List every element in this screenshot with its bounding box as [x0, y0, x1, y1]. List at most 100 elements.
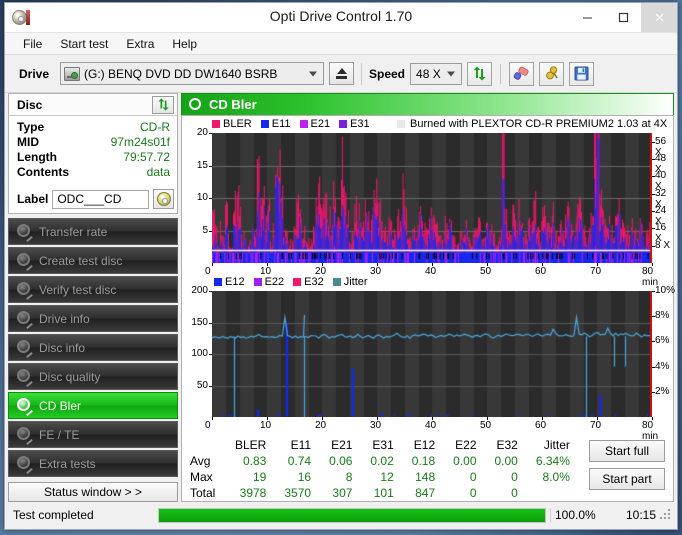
sidebar-item-drive-info[interactable]: Drive info: [8, 305, 178, 332]
x-tick: [652, 417, 653, 420]
start-part-button[interactable]: Start part: [589, 468, 665, 490]
progress-fill: [159, 508, 545, 522]
window-controls: [569, 2, 677, 33]
y-tick-label: 20: [196, 127, 208, 138]
menu-item-extra[interactable]: Extra: [117, 35, 163, 53]
x-tick: [322, 263, 323, 266]
disc-icon: [17, 253, 33, 272]
disc-row-value: 79:57.72: [123, 150, 170, 164]
save-button[interactable]: [569, 61, 595, 86]
resize-grip[interactable]: [660, 509, 672, 521]
sidebar-item-label: Disc info: [39, 340, 86, 355]
refresh-icon: [157, 98, 169, 111]
x-tick: [212, 263, 213, 266]
x-tick: [267, 263, 268, 266]
x-tick: [487, 263, 488, 266]
drive-select[interactable]: (G:) BENQ DVD DD DW1640 BSRB: [60, 62, 324, 85]
legend-item-e32: E32: [293, 276, 324, 288]
close-button[interactable]: [641, 2, 677, 32]
disc-refresh-button[interactable]: [152, 95, 174, 114]
panel-title-text: CD Bler: [209, 97, 257, 112]
minimize-button[interactable]: [569, 2, 605, 32]
cell-total-e11: 3570: [284, 486, 312, 500]
menu-item-file[interactable]: File: [14, 35, 51, 53]
disc-label-key: Label: [17, 192, 49, 206]
tools-icon: [545, 66, 558, 80]
cell-max-bler: 19: [253, 470, 267, 484]
sidebar-item-label: Verify test disc: [39, 282, 117, 297]
cell-total-jitter: [527, 485, 579, 501]
burn-swatch: [397, 120, 405, 128]
cell-avg-jitter: 6.34%: [535, 454, 570, 468]
sidebar-item-disc-quality[interactable]: Disc quality: [8, 363, 178, 390]
disc-row-value: data: [146, 165, 170, 179]
panel-header: CD Bler: [181, 93, 674, 115]
x-tick: [377, 263, 378, 266]
legend-item-e11: E11: [260, 118, 291, 130]
sidebar-item-label: CD Bler: [39, 398, 82, 413]
drive-label: Drive: [19, 66, 50, 81]
disc-label-input[interactable]: ODC___CD: [52, 189, 149, 209]
legend-item-e21: E21: [299, 118, 330, 130]
legend-label: E12: [225, 276, 245, 288]
y2-tick: [652, 141, 655, 143]
row-label-total: Total: [190, 486, 216, 500]
main-content: Disc Type CD-R MID 97m24s01f Length 79:5…: [5, 93, 677, 502]
disc-icon: [17, 456, 33, 475]
cell-total-e32: 0: [511, 486, 518, 500]
toolbar-divider: [361, 62, 362, 85]
legend-swatch: [293, 278, 302, 286]
sidebar-item-fe-te[interactable]: FE / TE: [8, 421, 178, 448]
tools-button[interactable]: [539, 61, 565, 86]
drive-select-value: (G:) BENQ DVD DD DW1640 BSRB: [84, 66, 278, 81]
menu-bar: File Start test Extra Help: [5, 33, 677, 55]
cell-max-e32: 0: [511, 470, 518, 484]
bler-chart: BLER E11 E21 E31 Burned with PLEXTOR CD-…: [184, 117, 671, 288]
y2-tick: [652, 228, 655, 230]
disc-row-key: Type: [17, 120, 45, 134]
disc-row-key: Length: [17, 150, 57, 164]
legend-label: E32: [304, 276, 324, 288]
x-tick: [542, 417, 543, 420]
sidebar-item-extra-tests[interactable]: Extra tests: [8, 450, 178, 477]
sidebar-item-disc-info[interactable]: Disc info: [8, 334, 178, 361]
x-tick: [597, 417, 598, 420]
col-bler: BLER: [235, 438, 267, 452]
sidebar-item-transfer-rate[interactable]: Transfer rate: [8, 218, 178, 245]
sidebar-item-create-test-disc[interactable]: Create test disc: [8, 247, 178, 274]
e12-chart-legend: E12 E22 E32 Jitter: [214, 276, 373, 288]
eject-button[interactable]: [329, 62, 354, 85]
disc-row-key: MID: [17, 135, 39, 149]
y-tick: [209, 291, 212, 292]
panel-body: BLER E11 E21 E31 Burned with PLEXTOR CD-…: [181, 115, 675, 502]
y-tick: [209, 322, 212, 324]
menu-item-start-test[interactable]: Start test: [51, 35, 117, 53]
legend-swatch: [212, 120, 220, 128]
disc-row-length: Length 79:57.72: [17, 150, 170, 165]
refresh-button[interactable]: [467, 61, 493, 86]
clear-button[interactable]: [509, 61, 535, 86]
y2-tick-label: 6%: [655, 335, 670, 347]
y-tick: [209, 385, 212, 387]
x-tick: [322, 417, 323, 420]
y-tick-label: 150: [191, 316, 208, 328]
maximize-button[interactable]: [605, 2, 641, 32]
legend-item-jitter: Jitter: [332, 276, 368, 288]
start-full-button[interactable]: Start full: [589, 440, 665, 462]
toolbar-divider: [500, 63, 502, 84]
sidebar-item-cd-bler[interactable]: CD Bler: [8, 392, 178, 419]
legend-label: E22: [264, 276, 285, 288]
y-tick-label: 10: [196, 192, 208, 203]
sidebar-item-verify-test-disc[interactable]: Verify test disc: [8, 276, 178, 303]
disc-icon: [17, 369, 33, 388]
y2-tick: [652, 176, 655, 178]
y2-tick: [652, 316, 655, 318]
nav-list: Transfer rate Create test disc Verify te…: [8, 218, 178, 477]
col-e31: E31: [372, 438, 394, 452]
status-window-button[interactable]: Status window > >: [8, 482, 178, 502]
menu-item-help[interactable]: Help: [163, 35, 206, 53]
disc-label-button[interactable]: [153, 189, 174, 209]
speed-select[interactable]: 48 X: [410, 62, 463, 85]
refresh-icon: [473, 66, 486, 81]
col-e21: E21: [331, 438, 353, 452]
